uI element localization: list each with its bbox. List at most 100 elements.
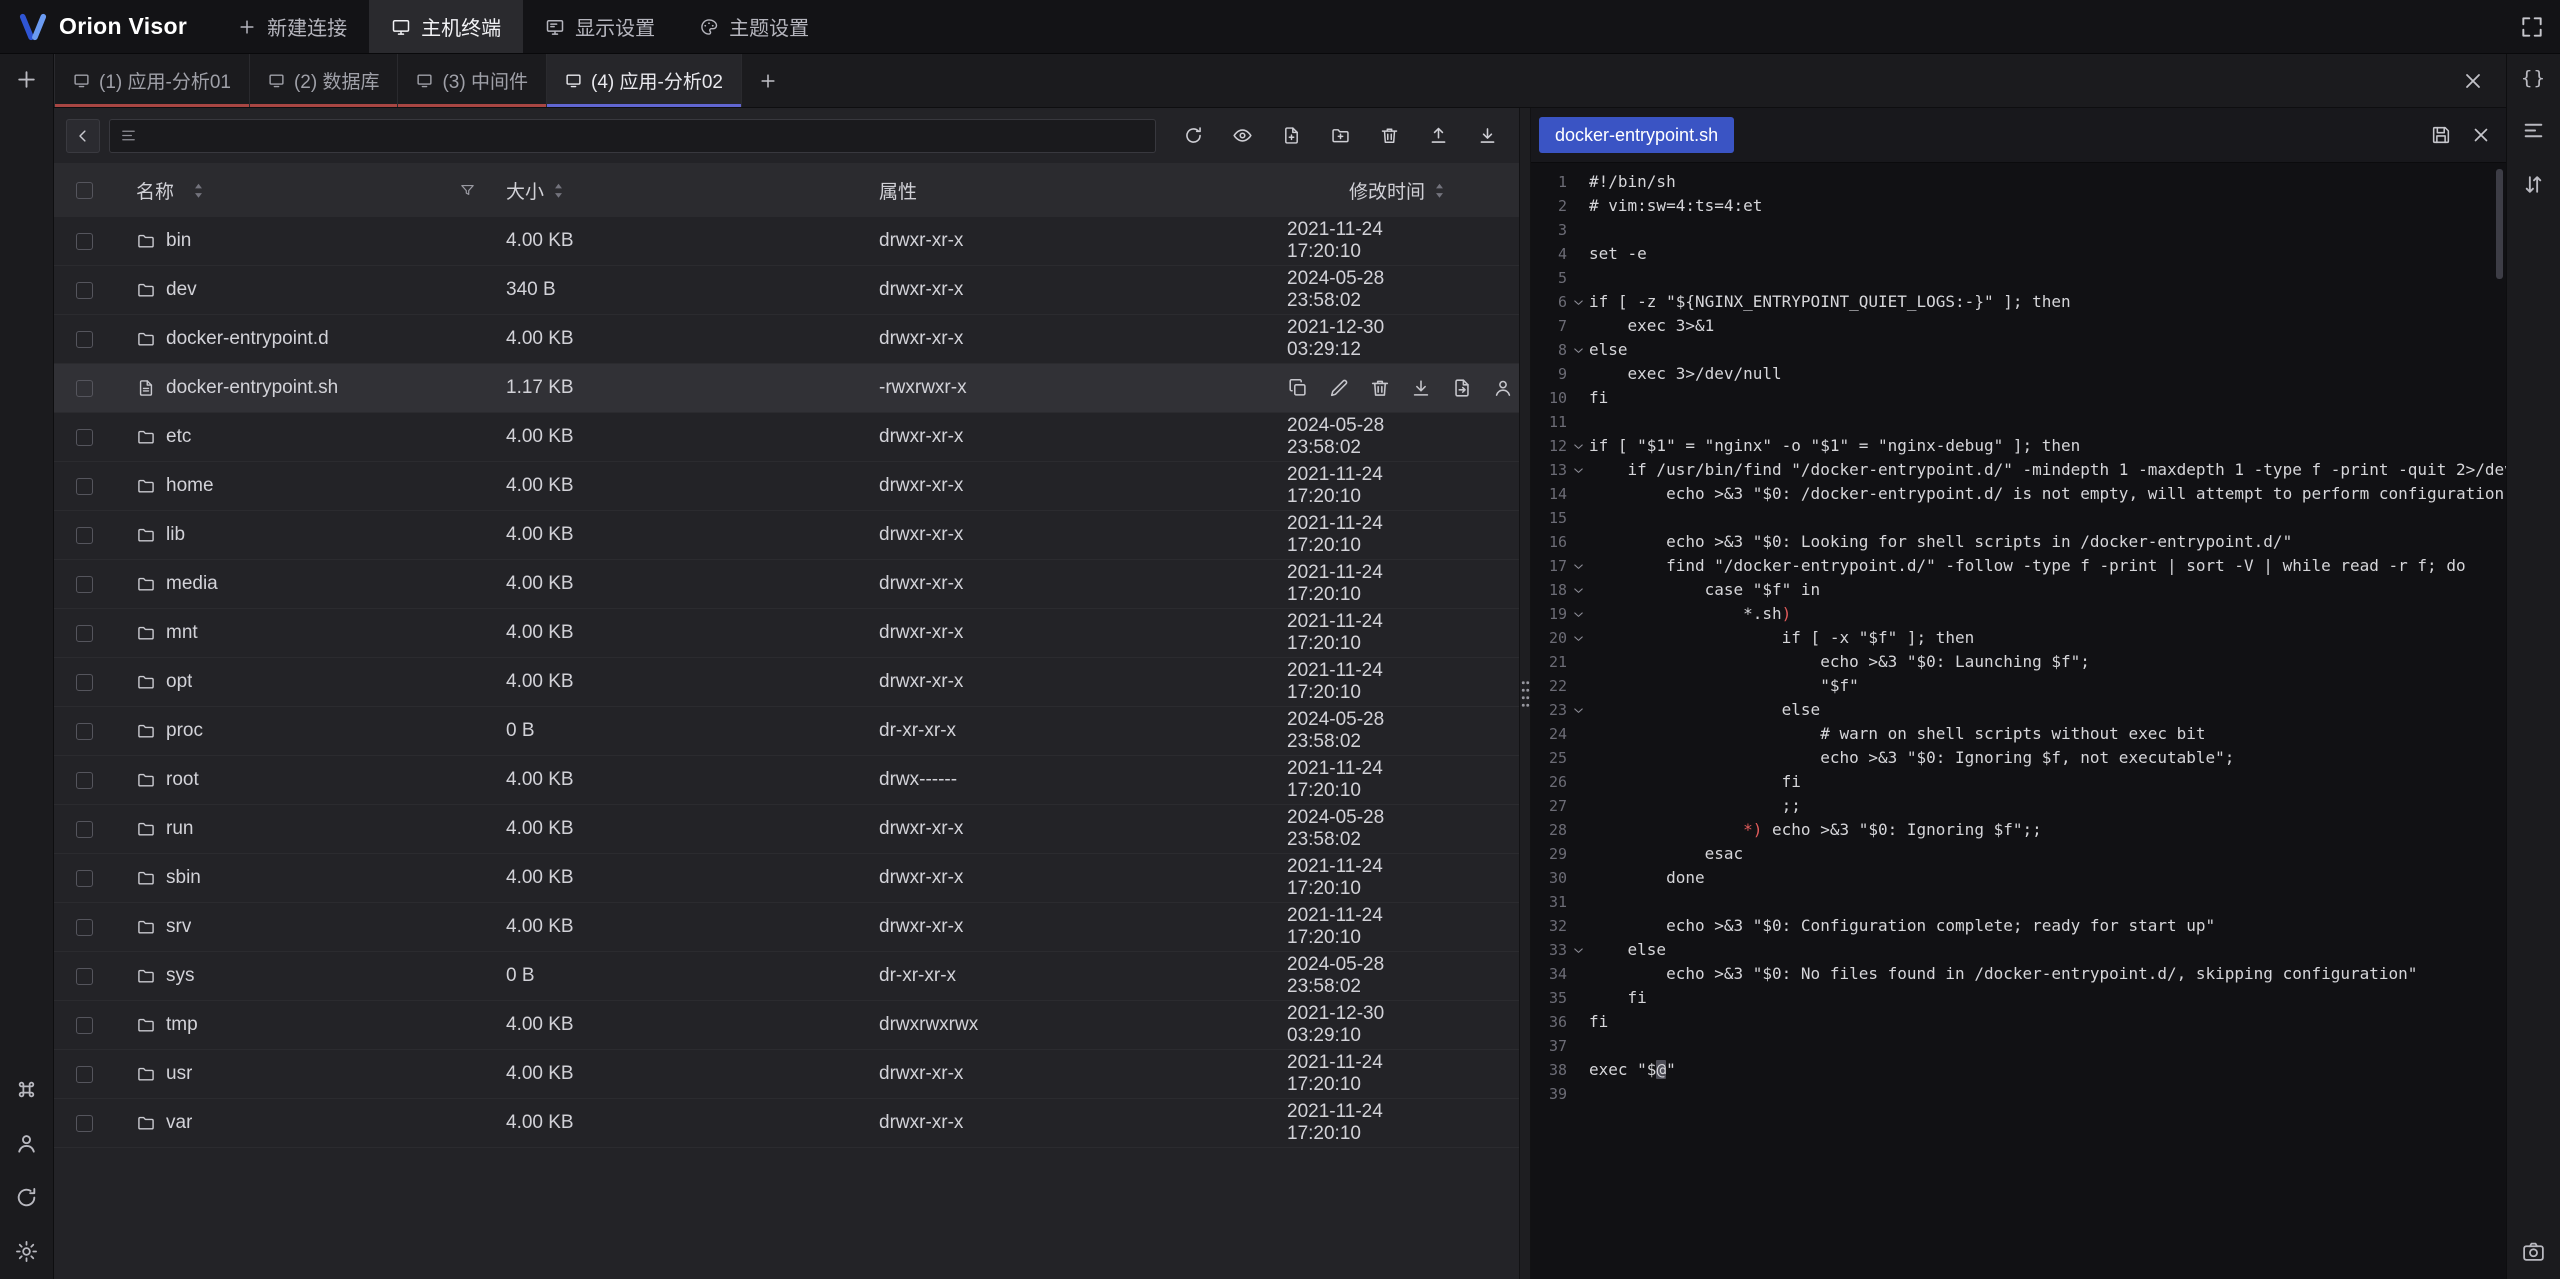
new-folder-icon[interactable] bbox=[1320, 118, 1360, 154]
row-checkbox[interactable] bbox=[76, 1017, 93, 1034]
add-tab-button[interactable] bbox=[742, 54, 794, 107]
new-file-icon[interactable] bbox=[1271, 118, 1311, 154]
code-line[interactable]: 25 echo >&3 "$0: Ignoring $f, not execut… bbox=[1531, 746, 2506, 770]
path-input[interactable] bbox=[146, 125, 1145, 146]
fold-chevron-icon[interactable] bbox=[1567, 578, 1589, 602]
fold-chevron-icon[interactable] bbox=[1567, 842, 1589, 866]
sort-icon[interactable] bbox=[192, 181, 205, 199]
table-row[interactable]: root 4.00 KB drwx------ 2021-11-24 17:20… bbox=[54, 756, 1519, 805]
file-name[interactable]: bin bbox=[166, 230, 191, 252]
file-name[interactable]: usr bbox=[166, 1063, 192, 1085]
file-name[interactable]: proc bbox=[166, 720, 203, 742]
file-name[interactable]: mnt bbox=[166, 622, 198, 644]
file-name[interactable]: opt bbox=[166, 671, 192, 693]
row-checkbox[interactable] bbox=[76, 968, 93, 985]
code-line[interactable]: 1 #!/bin/sh bbox=[1531, 170, 2506, 194]
fold-chevron-icon[interactable] bbox=[1567, 218, 1589, 242]
code-line[interactable]: 19 *.sh) bbox=[1531, 602, 2506, 626]
fold-chevron-icon[interactable] bbox=[1567, 1034, 1589, 1058]
code-line[interactable]: 22 "$f" bbox=[1531, 674, 2506, 698]
table-row[interactable]: sys 0 B dr-xr-xr-x 2024-05-28 23:58:02 bbox=[54, 952, 1519, 1001]
table-row[interactable]: sbin 4.00 KB drwxr-xr-x 2021-11-24 17:20… bbox=[54, 854, 1519, 903]
row-checkbox[interactable] bbox=[76, 772, 93, 789]
row-checkbox[interactable] bbox=[76, 527, 93, 544]
save-icon[interactable] bbox=[2430, 124, 2452, 146]
fold-chevron-icon[interactable] bbox=[1567, 794, 1589, 818]
column-size-label[interactable]: 大小 bbox=[506, 177, 544, 204]
table-row[interactable]: srv 4.00 KB drwxr-xr-x 2021-11-24 17:20:… bbox=[54, 903, 1519, 952]
sort-icon[interactable] bbox=[1433, 181, 1446, 199]
fold-chevron-icon[interactable] bbox=[1567, 1058, 1589, 1082]
file-name[interactable]: run bbox=[166, 818, 193, 840]
code-line[interactable]: 9 exec 3>/dev/null bbox=[1531, 362, 2506, 386]
table-row[interactable]: usr 4.00 KB drwxr-xr-x 2021-11-24 17:20:… bbox=[54, 1050, 1519, 1099]
fold-chevron-icon[interactable] bbox=[1567, 386, 1589, 410]
code-line[interactable]: 12 if [ "$1" = "nginx" -o "$1" = "nginx-… bbox=[1531, 434, 2506, 458]
delete-icon[interactable] bbox=[1369, 118, 1409, 154]
list-icon[interactable] bbox=[2521, 118, 2546, 143]
fold-chevron-icon[interactable] bbox=[1567, 314, 1589, 338]
fold-chevron-icon[interactable] bbox=[1567, 938, 1589, 962]
upload-icon[interactable] bbox=[1418, 118, 1458, 154]
session-tab-2[interactable]: (2) 数据库 bbox=[250, 54, 399, 107]
row-checkbox[interactable] bbox=[76, 625, 93, 642]
table-row[interactable]: var 4.00 KB drwxr-xr-x 2021-11-24 17:20:… bbox=[54, 1099, 1519, 1148]
sort-icon[interactable] bbox=[552, 181, 565, 199]
code-line[interactable]: 35 fi bbox=[1531, 986, 2506, 1010]
row-checkbox[interactable] bbox=[76, 870, 93, 887]
code-line[interactable]: 10 fi bbox=[1531, 386, 2506, 410]
row-checkbox[interactable] bbox=[76, 723, 93, 740]
fold-chevron-icon[interactable] bbox=[1567, 914, 1589, 938]
code-line[interactable]: 24 # warn on shell scripts without exec … bbox=[1531, 722, 2506, 746]
fold-chevron-icon[interactable] bbox=[1567, 506, 1589, 530]
swap-vertical-icon[interactable] bbox=[2521, 172, 2546, 197]
file-name[interactable]: tmp bbox=[166, 1014, 198, 1036]
code-line[interactable]: 31 bbox=[1531, 890, 2506, 914]
row-checkbox[interactable] bbox=[76, 576, 93, 593]
editor-file-tab[interactable]: docker-entrypoint.sh bbox=[1539, 117, 1734, 153]
gear-icon[interactable] bbox=[14, 1239, 39, 1264]
delete-icon[interactable] bbox=[1369, 377, 1391, 399]
code-line[interactable]: 18 case "$f" in bbox=[1531, 578, 2506, 602]
panel-resize-handle[interactable] bbox=[1521, 679, 1530, 709]
show-hidden-eye-icon[interactable] bbox=[1222, 118, 1262, 154]
fold-chevron-icon[interactable] bbox=[1567, 338, 1589, 362]
file-tree-icon[interactable] bbox=[120, 127, 137, 144]
back-button[interactable] bbox=[66, 119, 100, 153]
code-line[interactable]: 11 bbox=[1531, 410, 2506, 434]
file-name[interactable]: sbin bbox=[166, 867, 201, 889]
file-name[interactable]: home bbox=[166, 475, 214, 497]
session-tab-4[interactable]: (4) 应用-分析02 bbox=[547, 54, 742, 107]
file-name[interactable]: sys bbox=[166, 965, 195, 987]
column-name-label[interactable]: 名称 bbox=[136, 177, 174, 204]
file-name[interactable]: srv bbox=[166, 916, 191, 938]
select-all-checkbox[interactable] bbox=[76, 182, 93, 199]
camera-icon[interactable] bbox=[2521, 1239, 2546, 1264]
table-row[interactable]: home 4.00 KB drwxr-xr-x 2021-11-24 17:20… bbox=[54, 462, 1519, 511]
fold-chevron-icon[interactable] bbox=[1567, 242, 1589, 266]
copy-path-icon[interactable] bbox=[1451, 377, 1473, 399]
command-icon[interactable] bbox=[14, 1077, 39, 1102]
fold-chevron-icon[interactable] bbox=[1567, 530, 1589, 554]
fold-chevron-icon[interactable] bbox=[1567, 890, 1589, 914]
file-name[interactable]: var bbox=[166, 1112, 192, 1134]
code-line[interactable]: 23 else bbox=[1531, 698, 2506, 722]
code-line[interactable]: 30 done bbox=[1531, 866, 2506, 890]
row-checkbox[interactable] bbox=[76, 1066, 93, 1083]
table-row[interactable]: tmp 4.00 KB drwxrwxrwx 2021-12-30 03:29:… bbox=[54, 1001, 1519, 1050]
nav-new-connection[interactable]: 新建连接 bbox=[215, 0, 369, 53]
session-tab-3[interactable]: (3) 中间件 bbox=[398, 54, 547, 107]
row-checkbox[interactable] bbox=[76, 380, 93, 397]
fold-chevron-icon[interactable] bbox=[1567, 458, 1589, 482]
code-line[interactable]: 32 echo >&3 "$0: Configuration complete;… bbox=[1531, 914, 2506, 938]
fold-chevron-icon[interactable] bbox=[1567, 554, 1589, 578]
fold-chevron-icon[interactable] bbox=[1567, 434, 1589, 458]
table-row[interactable]: bin 4.00 KB drwxr-xr-x 2021-11-24 17:20:… bbox=[54, 217, 1519, 266]
code-line[interactable]: 26 fi bbox=[1531, 770, 2506, 794]
table-row[interactable]: docker-entrypoint.d 4.00 KB drwxr-xr-x 2… bbox=[54, 315, 1519, 364]
code-line[interactable]: 2 # vim:sw=4:ts=4:et bbox=[1531, 194, 2506, 218]
fold-chevron-icon[interactable] bbox=[1567, 746, 1589, 770]
fold-chevron-icon[interactable] bbox=[1567, 410, 1589, 434]
row-checkbox[interactable] bbox=[76, 478, 93, 495]
code-line[interactable]: 17 find "/docker-entrypoint.d/" -follow … bbox=[1531, 554, 2506, 578]
